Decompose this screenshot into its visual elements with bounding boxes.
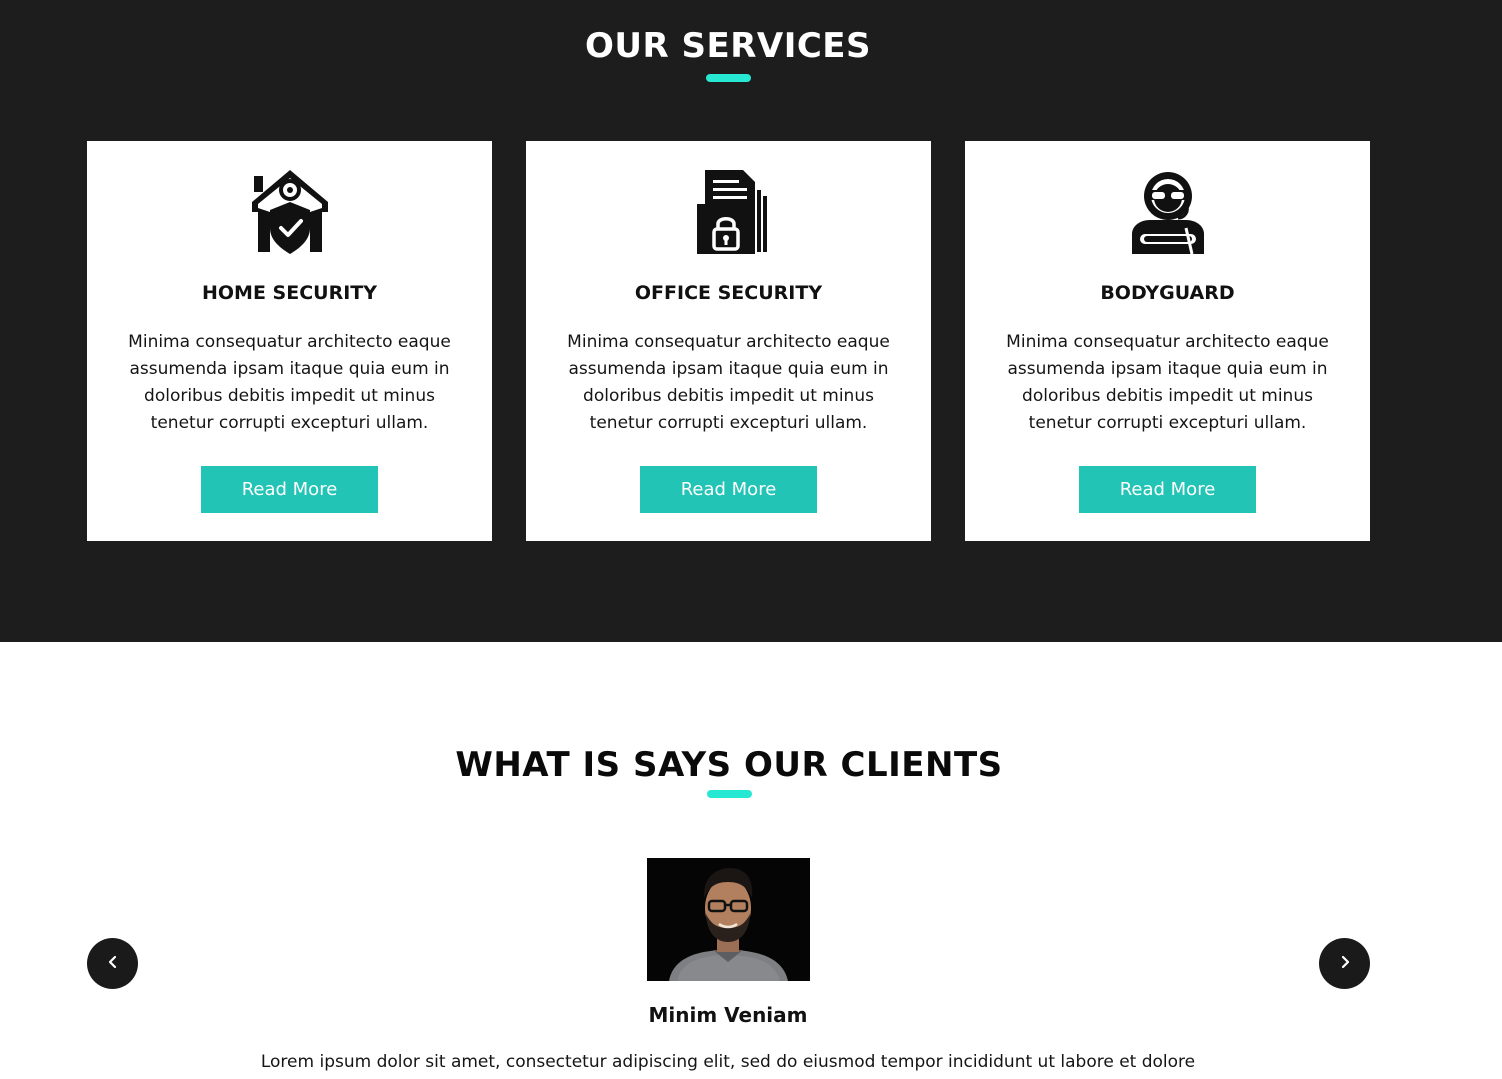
service-card-title: HOME SECURITY — [201, 282, 377, 304]
service-card-home-security: HOME SECURITY Minima consequatur archite… — [87, 141, 492, 541]
services-title-underline — [706, 74, 751, 82]
read-more-button[interactable]: Read More — [201, 466, 378, 513]
home-shield-icon — [87, 167, 492, 257]
service-card-title: BODYGUARD — [1100, 282, 1235, 304]
carousel-next-button[interactable] — [1319, 938, 1370, 989]
service-card-office-security: OFFICE SECURITY Minima consequatur archi… — [526, 141, 931, 541]
read-more-button[interactable]: Read More — [640, 466, 817, 513]
service-card-description: Minima consequatur architecto eaque assu… — [128, 332, 451, 433]
services-section: OUR SERVICES HOME SECURITY Minima conseq… — [0, 0, 1502, 642]
client-quote: Lorem ipsum dolor sit amet, consectetur … — [260, 1052, 1196, 1072]
service-card-bodyguard: BODYGUARD Minima consequatur architecto … — [965, 141, 1370, 541]
chevron-right-icon — [1338, 955, 1352, 972]
services-title: OUR SERVICES — [584, 26, 872, 66]
service-card-description: Minima consequatur architecto eaque assu… — [567, 332, 890, 433]
bodyguard-icon — [965, 167, 1370, 257]
testimonials-title-underline — [707, 790, 752, 798]
service-card-title: OFFICE SECURITY — [634, 282, 823, 304]
testimonials-title: WHAT IS SAYS OUR CLIENTS — [455, 745, 1003, 785]
testimonials-section: WHAT IS SAYS OUR CLIENTS Minim Veniam Lo… — [0, 642, 1502, 1079]
carousel-prev-button[interactable] — [87, 938, 138, 989]
client-avatar — [647, 858, 810, 981]
client-name: Minim Veniam — [648, 1003, 808, 1027]
locked-folder-icon — [526, 167, 931, 257]
read-more-button[interactable]: Read More — [1079, 466, 1256, 513]
chevron-left-icon — [106, 955, 120, 972]
service-card-description: Minima consequatur architecto eaque assu… — [1006, 332, 1329, 433]
